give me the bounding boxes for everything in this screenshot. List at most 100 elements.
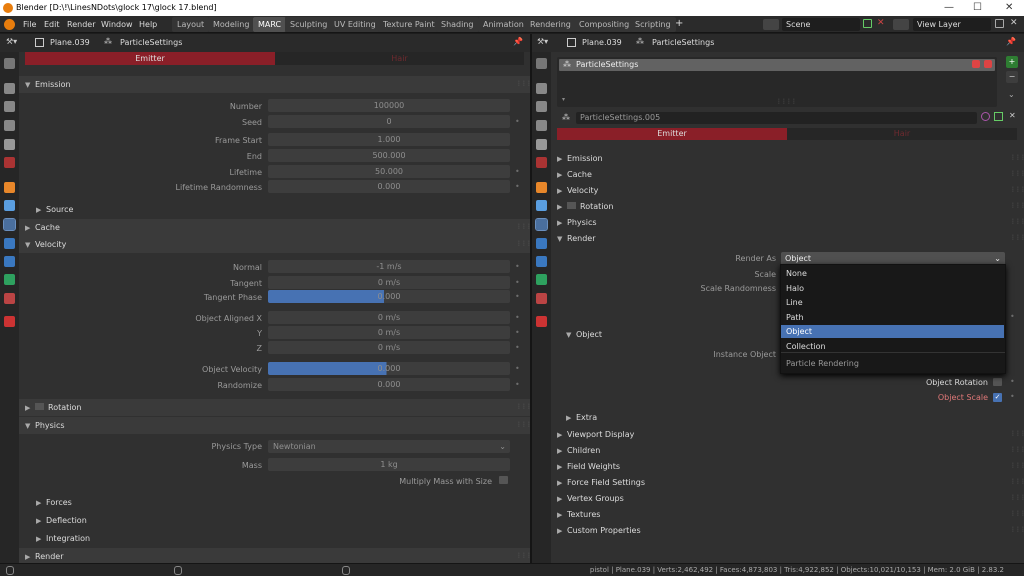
rotation-checkbox[interactable] [567, 202, 576, 209]
right-section-velocity[interactable]: ▶ Velocity [557, 186, 598, 195]
keyframe-dot[interactable]: • [1010, 312, 1015, 321]
tab-rendering[interactable]: Rendering [525, 17, 576, 32]
right-section-custom-properties[interactable]: ▶ Custom Properties [557, 526, 641, 535]
drag-handle[interactable]: ⋮⋮⋮ [1010, 446, 1024, 453]
right-tab-hair[interactable]: Hair [787, 128, 1017, 140]
physics-tab-icon[interactable] [536, 238, 547, 249]
keyframe-dot[interactable]: • [1010, 392, 1015, 401]
right-tab-emitter[interactable]: Emitter [557, 128, 787, 140]
constraints-tab-icon[interactable] [4, 256, 15, 267]
keyframe-dot[interactable]: • [515, 328, 520, 337]
right-section-force-field-settings[interactable]: ▶ Force Field Settings [557, 478, 645, 487]
keyframe-dot[interactable]: • [515, 343, 520, 352]
emission-header[interactable] [19, 76, 530, 93]
drag-handle[interactable]: ⋮⋮⋮ [516, 403, 532, 410]
viewport-toggle-icon[interactable] [984, 60, 992, 68]
add-particle-system-button[interactable]: + [1006, 56, 1018, 68]
drag-handle[interactable]: ⋮⋮⋮ [1010, 510, 1024, 517]
maximize-button[interactable]: ☐ [973, 2, 982, 13]
object-tab-icon[interactable] [4, 182, 15, 193]
drag-handle[interactable]: ⋮⋮⋮ [1010, 526, 1024, 533]
drag-handle[interactable]: ⋮⋮⋮ [516, 240, 532, 247]
particles-tab-icon[interactable] [3, 218, 16, 231]
mass-field[interactable]: 1 kg [268, 458, 510, 471]
emission-row-field[interactable]: 50.000 [268, 165, 510, 178]
keyframe-dot[interactable]: • [515, 117, 520, 126]
object-tab-icon[interactable] [536, 182, 547, 193]
particle-system-list-item[interactable]: ⁂ ParticleSettings [559, 59, 995, 71]
dropdown-option-line[interactable]: Line [781, 296, 1004, 309]
scene-tab-icon[interactable] [536, 139, 547, 150]
minimize-button[interactable]: — [944, 2, 954, 13]
forces-subpanel[interactable]: ▶ Forces [36, 498, 72, 507]
list-resize-handle[interactable]: ⋮⋮⋮⋮ [776, 98, 797, 105]
rotation-header[interactable] [19, 399, 530, 416]
datablock-name-field[interactable]: ParticleSettings.005 [576, 112, 977, 124]
menu-help[interactable]: Help [139, 20, 157, 29]
dropdown-option-collection[interactable]: Collection [781, 340, 1004, 353]
velocity-row-field[interactable]: 0 m/s [268, 276, 510, 289]
tool-tab-icon[interactable] [536, 58, 547, 69]
delete-scene-icon[interactable]: ✕ [877, 18, 885, 28]
cache-header[interactable] [19, 219, 530, 236]
dropdown-option-path[interactable]: Path [781, 311, 1004, 324]
close-window-button[interactable]: ✕ [1005, 2, 1013, 13]
keyframe-dot[interactable]: • [515, 292, 520, 301]
world-tab-icon[interactable] [536, 157, 547, 168]
dropdown-option-halo[interactable]: Halo [781, 282, 1004, 295]
tab-modeling[interactable]: Modeling [208, 17, 255, 32]
rotation-checkbox[interactable] [35, 403, 44, 410]
tab-uv-editing[interactable]: UV Editing [329, 17, 381, 32]
render-tab-icon[interactable] [4, 83, 15, 94]
velocity-header[interactable] [19, 236, 530, 253]
material-tab-icon[interactable] [4, 293, 15, 304]
drag-handle[interactable]: ⋮⋮⋮ [1010, 202, 1024, 209]
object-rotation-checkbox[interactable] [993, 378, 1002, 386]
remove-particle-system-button[interactable]: − [1006, 71, 1018, 83]
list-expand-icon[interactable]: ▾ [562, 96, 565, 103]
right-section-cache[interactable]: ▶ Cache [557, 170, 592, 179]
menu-render[interactable]: Render [67, 20, 95, 29]
delete-view-layer-icon[interactable]: ✕ [1010, 18, 1018, 28]
emission-row-field[interactable]: 100000 [268, 99, 510, 112]
output-tab-icon[interactable] [4, 101, 15, 112]
object-scale-checkbox[interactable]: ✓ [993, 393, 1002, 402]
duplicate-icon[interactable] [994, 112, 1003, 121]
data-tab-icon[interactable] [536, 274, 547, 285]
source-subpanel[interactable]: ▶ Source [36, 205, 73, 214]
object-subpanel[interactable]: ▼ Object [566, 330, 602, 339]
scene-field[interactable]: Scene [782, 18, 860, 31]
new-scene-icon[interactable] [863, 19, 872, 28]
drag-handle[interactable]: ⋮⋮⋮ [1010, 478, 1024, 485]
data-tab-icon[interactable] [4, 274, 15, 285]
velocity-row-field[interactable]: -1 m/s [268, 260, 510, 273]
emission-row-field[interactable]: 0 [268, 115, 510, 128]
drag-handle[interactable]: ⋮⋮⋮ [516, 421, 532, 428]
render-tab-icon[interactable] [536, 83, 547, 94]
right-section-rotation[interactable]: ▶ Rotation [557, 202, 613, 211]
emission-row-field[interactable]: 500.000 [268, 149, 510, 162]
view-layer-tab-icon[interactable] [4, 120, 15, 131]
editor-type-icon[interactable]: ⚒▾ [6, 37, 17, 46]
world-tab-icon[interactable] [4, 157, 15, 168]
deflection-subpanel[interactable]: ▶ Deflection [36, 516, 87, 525]
right-section-render[interactable]: ▼ Render [557, 234, 595, 243]
tab-animation[interactable]: Animation [478, 17, 529, 32]
fake-user-icon[interactable] [981, 112, 990, 121]
keyframe-dot[interactable]: • [515, 380, 520, 389]
pin-icon[interactable]: 📌 [513, 37, 523, 46]
right-section-field-weights[interactable]: ▶ Field Weights [557, 462, 620, 471]
left-tab-emitter[interactable]: Emitter [25, 52, 275, 65]
particles-tab-icon[interactable] [535, 218, 548, 231]
menu-file[interactable]: File [23, 20, 36, 29]
multiply-mass-checkbox[interactable] [499, 476, 508, 484]
velocity-row-field[interactable]: 0.000 [268, 290, 510, 303]
right-section-physics[interactable]: ▶ Physics [557, 218, 597, 227]
tab-sculpting[interactable]: Sculpting [285, 17, 333, 32]
add-workspace-button[interactable]: + [675, 18, 683, 29]
keyframe-dot[interactable]: • [1010, 377, 1015, 386]
drag-handle[interactable]: ⋮⋮⋮ [516, 552, 532, 559]
keyframe-dot[interactable]: • [515, 364, 520, 373]
emission-row-field[interactable]: 0.000 [268, 180, 510, 193]
view-layer-tab-icon[interactable] [536, 120, 547, 131]
